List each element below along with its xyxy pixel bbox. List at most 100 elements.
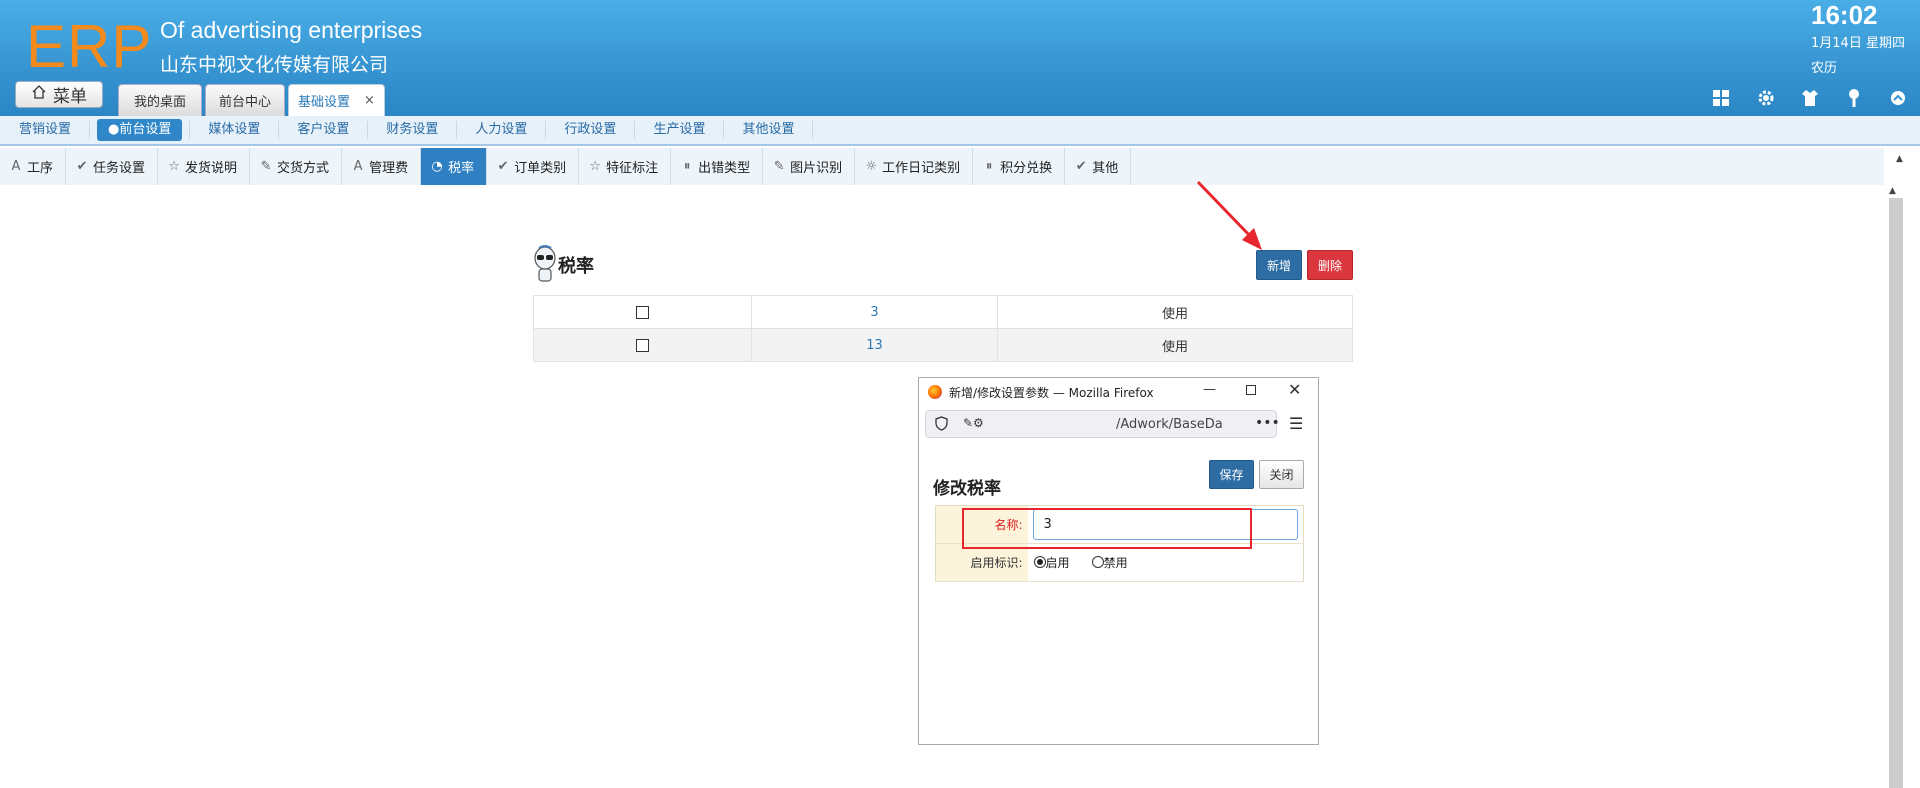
grid-icon[interactable] bbox=[1712, 88, 1756, 110]
lunar-calendar-link[interactable]: 农历 bbox=[1811, 57, 1837, 76]
home-icon bbox=[31, 84, 47, 105]
subnav-customer[interactable]: 客户设置 bbox=[286, 119, 360, 141]
hamburger-menu-icon[interactable]: ☰ bbox=[1289, 414, 1303, 433]
menu-button[interactable]: 菜单 bbox=[15, 81, 103, 108]
dialog-titlebar[interactable]: 新增/修改设置参数 — Mozilla Firefox — ✕ bbox=[919, 378, 1318, 406]
edit-dialog-window: 新增/修改设置参数 — Mozilla Firefox — ✕ ✎⚙ /Adwo… bbox=[918, 377, 1319, 745]
minimize-icon[interactable]: — bbox=[1203, 382, 1216, 397]
tooltab-label: 工作日记类别 bbox=[882, 161, 961, 176]
subnav-divider bbox=[278, 121, 280, 139]
subnav-divider bbox=[812, 121, 814, 139]
shirt-icon[interactable] bbox=[1800, 88, 1844, 110]
tooltab-feature-tag[interactable]: ☆ 特征标注 bbox=[579, 148, 672, 185]
scroll-up-icon[interactable]: ▲ bbox=[1889, 186, 1896, 196]
close-button[interactable]: 关闭 bbox=[1259, 460, 1304, 489]
subnav-hr[interactable]: 人力设置 bbox=[464, 119, 538, 141]
clock-icon: ◔ bbox=[431, 159, 443, 174]
radio-disabled-label[interactable]: 禁用 bbox=[1104, 556, 1128, 570]
tooltab-shipping-notes[interactable]: ☆ 发货说明 bbox=[158, 148, 251, 185]
tax-rate-status: 使用 bbox=[997, 328, 1353, 362]
tooltab-label: 积分兑换 bbox=[1000, 161, 1053, 176]
row-checkbox-cell[interactable] bbox=[533, 328, 752, 362]
save-button[interactable]: 保存 bbox=[1209, 460, 1254, 489]
delete-button[interactable]: 删除 bbox=[1307, 250, 1353, 280]
tax-rate-value[interactable]: 3 bbox=[751, 295, 998, 329]
scroll-up-icon[interactable]: ▲ bbox=[1896, 154, 1903, 164]
pencil-icon: ✎ bbox=[773, 159, 785, 174]
firefox-icon bbox=[928, 385, 942, 399]
more-icon[interactable]: ••• bbox=[1255, 415, 1280, 431]
tooltab-label: 图片识别 bbox=[790, 161, 843, 176]
collapse-icon[interactable] bbox=[1888, 88, 1920, 110]
url-bar[interactable]: ✎⚙ /Adwork/BaseDa ••• bbox=[925, 410, 1280, 438]
subnav-divider bbox=[89, 121, 91, 139]
shield-icon bbox=[935, 416, 948, 431]
star-icon: ☆ bbox=[589, 159, 601, 174]
header-toolbar bbox=[1712, 88, 1920, 110]
pause-icon: ⏸ bbox=[683, 159, 691, 174]
tab-label: 前台中心 bbox=[218, 95, 271, 110]
permissions-icon[interactable]: ✎⚙ bbox=[963, 416, 984, 430]
table-row[interactable]: 13 使用 bbox=[533, 328, 1353, 362]
clock-time: 16:02 bbox=[1811, 0, 1878, 30]
tooltab-label: 发货说明 bbox=[185, 161, 238, 176]
tab-close-icon[interactable]: × bbox=[364, 93, 375, 108]
tooltab-label: 订单类别 bbox=[514, 161, 567, 176]
radio-enabled-label[interactable]: 启用 bbox=[1046, 556, 1070, 570]
key-icon[interactable] bbox=[1844, 88, 1888, 110]
tab-label: 我的桌面 bbox=[133, 95, 186, 110]
subnav-marketing[interactable]: 营销设置 bbox=[8, 119, 82, 141]
tooltab-delivery-method[interactable]: ✎ 交货方式 bbox=[250, 148, 343, 185]
tooltab-process[interactable]: A 工序 bbox=[0, 148, 67, 185]
subnav-divider bbox=[367, 121, 369, 139]
row-checkbox[interactable] bbox=[636, 305, 649, 319]
subnav-finance[interactable]: 财务设置 bbox=[375, 119, 449, 141]
table-row[interactable]: 3 使用 bbox=[533, 295, 1353, 329]
clock-date: 1月14日 星期四 bbox=[1811, 36, 1905, 51]
subnav-admin[interactable]: 行政设置 bbox=[553, 119, 627, 141]
check-icon: ✔ bbox=[1075, 159, 1087, 174]
check-icon: ✔ bbox=[76, 159, 88, 174]
tooltab-label: 交货方式 bbox=[277, 161, 330, 176]
tooltab-tax-rate[interactable]: ◔ 税率 bbox=[421, 148, 488, 185]
tax-rate-value[interactable]: 13 bbox=[751, 328, 998, 362]
tooltab-task-settings[interactable]: ✔ 任务设置 bbox=[66, 148, 159, 185]
erp-logo: ERP bbox=[26, 13, 153, 80]
tab-front-center[interactable]: 前台中心 bbox=[205, 84, 285, 116]
subnav-media[interactable]: 媒体设置 bbox=[197, 119, 271, 141]
tooltab-image-recognition[interactable]: ✎ 图片识别 bbox=[763, 148, 856, 185]
menu-label: 菜单 bbox=[53, 87, 87, 107]
scrollbar-track[interactable] bbox=[1889, 198, 1903, 788]
tooltab-work-log-category[interactable]: ☼ 工作日记类别 bbox=[855, 148, 974, 185]
tooltab-label: 管理费 bbox=[369, 161, 409, 176]
gear-icon[interactable] bbox=[1756, 88, 1800, 110]
star-icon: ☆ bbox=[168, 159, 180, 174]
subnav-front-settings[interactable]: ●前台设置 bbox=[97, 119, 183, 141]
tooltab-order-category[interactable]: ✔ 订单类别 bbox=[487, 148, 580, 185]
tooltab-other[interactable]: ✔ 其他 bbox=[1065, 148, 1132, 185]
maximize-icon[interactable] bbox=[1246, 385, 1256, 395]
row-checkbox-cell[interactable] bbox=[533, 295, 752, 329]
tooltab-management-fee[interactable]: A 管理费 bbox=[342, 148, 422, 185]
subnav-divider bbox=[545, 121, 547, 139]
pause-icon: ⏸ bbox=[985, 159, 993, 174]
close-window-icon[interactable]: ✕ bbox=[1288, 380, 1301, 399]
annotation-highlight-box bbox=[962, 508, 1252, 549]
subnav-divider bbox=[189, 121, 191, 139]
enabled-flag-label: 启用标识: bbox=[935, 543, 1028, 582]
subnav-other[interactable]: 其他设置 bbox=[731, 119, 805, 141]
row-checkbox[interactable] bbox=[636, 338, 649, 352]
tooltab-label: 任务设置 bbox=[93, 161, 146, 176]
font-a-icon: A bbox=[11, 159, 21, 174]
font-a-icon: A bbox=[353, 159, 363, 174]
radio-enabled[interactable] bbox=[1033, 556, 1046, 568]
radio-disabled[interactable] bbox=[1091, 556, 1104, 568]
tooltab-label: 其他 bbox=[1092, 161, 1119, 176]
tab-my-desktop[interactable]: 我的桌面 bbox=[118, 84, 202, 116]
check-icon: ✔ bbox=[497, 159, 509, 174]
subnav-production[interactable]: 生产设置 bbox=[642, 119, 716, 141]
tab-basic-settings[interactable]: 基础设置 × bbox=[288, 84, 385, 116]
tooltab-error-type[interactable]: ⏸ 出错类型 bbox=[671, 148, 764, 185]
tooltab-points-exchange[interactable]: ⏸ 积分兑换 bbox=[973, 148, 1066, 185]
subnav-divider bbox=[723, 121, 725, 139]
